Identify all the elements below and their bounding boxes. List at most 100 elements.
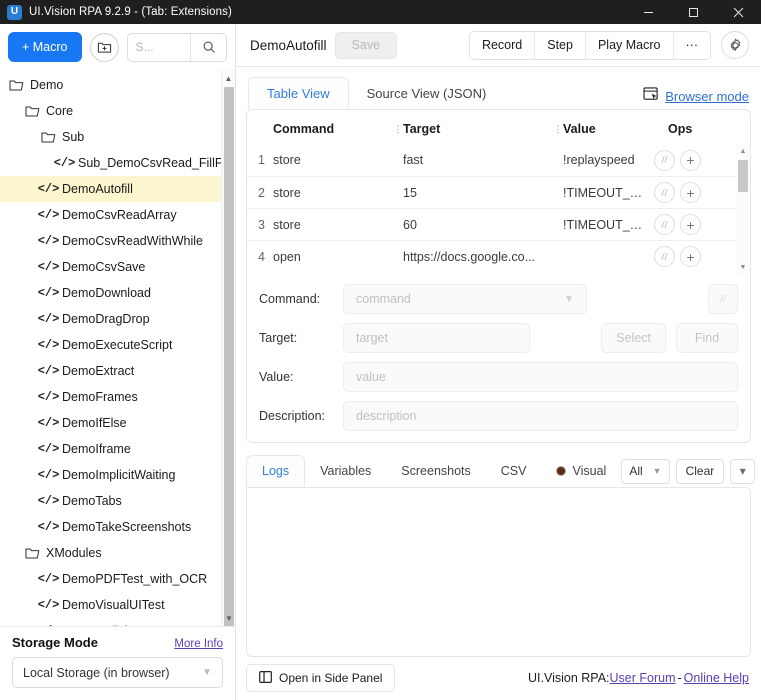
browser-mode-link[interactable]: Browser mode: [643, 87, 749, 109]
find-button[interactable]: Find: [676, 323, 738, 354]
row-comment-button[interactable]: //: [654, 182, 675, 204]
logs-controls: All ▼ Clear ▾: [621, 458, 756, 487]
value-field-label: Value:: [259, 370, 294, 385]
row-comment-button[interactable]: //: [654, 214, 675, 236]
play-macro-button[interactable]: Play Macro: [585, 31, 674, 59]
search-icon[interactable]: [190, 33, 226, 61]
tree-macro-item[interactable]: </> DemoFrames: [0, 384, 221, 410]
maximize-icon[interactable]: [671, 0, 716, 24]
tab-source-view[interactable]: Source View (JSON): [349, 77, 505, 109]
command-select[interactable]: command ▼: [343, 284, 587, 315]
tree-macro-item[interactable]: </> DemoTabs: [0, 488, 221, 514]
tree-macro-item[interactable]: </> DemoTakeScreenshots: [0, 514, 221, 540]
value-input[interactable]: [343, 362, 738, 393]
online-help-link[interactable]: Online Help: [684, 671, 749, 685]
storage-mode-value: Local Storage (in browser): [23, 665, 170, 680]
row-comment-button[interactable]: //: [654, 246, 675, 268]
step-button[interactable]: Step: [535, 31, 586, 59]
log-filter-select[interactable]: All ▼: [621, 458, 670, 484]
more-info-link[interactable]: More Info: [174, 638, 223, 650]
tree-macro-item[interactable]: </> DemoPDFTest_with_OCR: [0, 566, 221, 592]
more-options-button[interactable]: ···: [673, 31, 710, 59]
select-button[interactable]: Select: [601, 323, 666, 354]
description-input[interactable]: [343, 401, 738, 432]
tree-macro-item[interactable]: </> Sub_DemoCsvRead_FillFor: [0, 150, 221, 176]
gear-icon[interactable]: [721, 31, 749, 60]
visual-status-dot-icon: [556, 465, 567, 476]
table-row[interactable]: 2store15!TIMEOUT_WAIT//+: [247, 176, 736, 208]
tab-logs[interactable]: Logs: [246, 454, 306, 487]
scroll-up-icon[interactable]: ▲: [222, 70, 235, 86]
open-side-panel-button[interactable]: Open in Side Panel: [246, 664, 396, 693]
tree-macro-item[interactable]: </> DemoIframe: [0, 436, 221, 462]
browser-mode-label: Browser mode: [665, 88, 749, 104]
tab-variables[interactable]: Variables: [305, 455, 386, 487]
tree-macro-item[interactable]: </>DemoXClick: [0, 618, 221, 626]
row-add-button[interactable]: +: [680, 182, 701, 204]
expand-logs-button[interactable]: ▾: [730, 458, 756, 484]
tree-macro-item[interactable]: </> DemoExtract: [0, 358, 221, 384]
row-index: 4: [258, 249, 265, 264]
tree-macro-item[interactable]: </> DemoCsvReadArray: [0, 202, 221, 228]
table-row[interactable]: 1 store fast !replayspeed //+: [247, 144, 736, 176]
code-file-icon: </>: [53, 156, 76, 170]
table-scroll-down-icon[interactable]: ▼: [736, 260, 750, 274]
tree-folder-item[interactable]: Demo: [0, 72, 221, 98]
tree-macro-item[interactable]: </> DemoCsvSave: [0, 254, 221, 280]
column-resize-handle-1[interactable]: ⋮: [393, 124, 403, 133]
storage-mode-select[interactable]: Local Storage (in browser) ▼: [12, 657, 223, 688]
tree-folder-item[interactable]: Core: [0, 98, 221, 124]
table-row[interactable]: 3store60!TIMEOUT_PAGE...//+: [247, 208, 736, 240]
tree-macro-item[interactable]: </> DemoDownload: [0, 280, 221, 306]
macro-tree: Demo Core Sub </> Sub_DemoCsvRead_FillFor </>…: [0, 70, 235, 626]
tree-macro-item[interactable]: </> DemoImplicitWaiting: [0, 462, 221, 488]
sidebar-scrollbar[interactable]: ▲ ▼: [221, 70, 235, 626]
tab-screenshots[interactable]: Screenshots: [386, 455, 485, 487]
column-resize-handle-2[interactable]: ⋮: [553, 124, 563, 133]
tree-macro-item[interactable]: </> DemoExecuteScript: [0, 332, 221, 358]
user-forum-link[interactable]: User Forum: [610, 671, 676, 685]
window-controls: [626, 0, 761, 24]
new-folder-icon[interactable]: [89, 32, 119, 62]
value-field-row: Value:: [259, 362, 738, 393]
code-file-icon: </>: [37, 234, 60, 248]
tree-macro-item[interactable]: </> DemoAutofill: [0, 176, 221, 202]
row-add-button[interactable]: +: [680, 214, 701, 236]
tree-macro-item[interactable]: </> DemoCsvReadWithWhile: [0, 228, 221, 254]
close-icon[interactable]: [716, 0, 761, 24]
table-row[interactable]: 4 open https://docs.google.co... //+: [247, 240, 736, 272]
tree-item-label: DemoPDFTest_with_OCR: [62, 572, 208, 586]
scroll-down-icon[interactable]: ▼: [222, 610, 235, 626]
footer-brand: UI.Vision RPA:: [528, 671, 610, 686]
folder-icon: [24, 547, 41, 560]
row-comment-button[interactable]: //: [654, 149, 675, 171]
table-scroll-thumb[interactable]: [738, 160, 748, 193]
record-button[interactable]: Record: [469, 31, 536, 59]
table-scrollbar[interactable]: ▲ ▼: [736, 144, 750, 275]
tree-folder-item[interactable]: XModules: [0, 540, 221, 566]
tree-macro-item[interactable]: </> DemoIfElse: [0, 410, 221, 436]
save-button[interactable]: Save: [334, 31, 398, 59]
row-target: https://docs.google.co...: [403, 249, 536, 264]
sidebar-scroll-thumb[interactable]: [224, 87, 234, 626]
search-input[interactable]: [127, 33, 190, 61]
comment-toggle-button[interactable]: //: [708, 284, 738, 315]
row-add-button[interactable]: +: [680, 246, 701, 268]
tab-table-view[interactable]: Table View: [248, 77, 349, 110]
tab-visual[interactable]: Visual: [541, 455, 621, 487]
row-add-button[interactable]: +: [680, 149, 701, 171]
clear-logs-button[interactable]: Clear: [675, 458, 725, 484]
tree-item-label: DemoExecuteScript: [62, 338, 173, 352]
tree-macro-item[interactable]: </> DemoDragDrop: [0, 306, 221, 332]
tree-folder-item[interactable]: Sub: [0, 124, 221, 150]
window-title: UI.Vision RPA 9.2.9 - (Tab: Extensions): [29, 6, 232, 18]
tree-item-label: DemoDownload: [62, 286, 151, 300]
logs-content: [246, 486, 751, 657]
tab-csv[interactable]: CSV: [486, 455, 542, 487]
minimize-icon[interactable]: [626, 0, 671, 24]
add-macro-button[interactable]: + Macro: [8, 32, 82, 62]
tree-macro-item[interactable]: </> DemoVisualUITest: [0, 592, 221, 618]
storage-mode-section: Storage Mode More Info Local Storage (in…: [0, 626, 235, 700]
table-scroll-up-icon[interactable]: ▲: [736, 144, 750, 158]
target-input[interactable]: [343, 323, 530, 354]
